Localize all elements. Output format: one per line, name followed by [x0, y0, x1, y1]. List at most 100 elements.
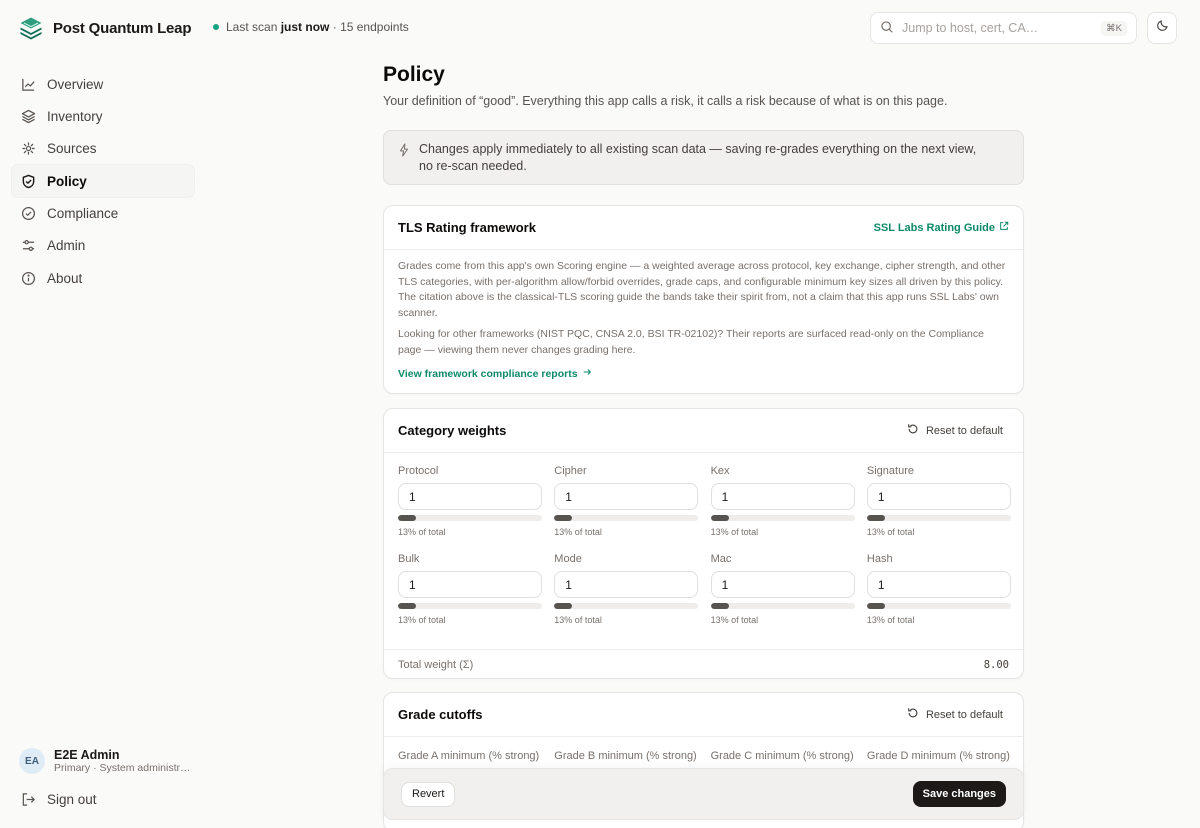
weights-grid: Protocol13% of totalCipher13% of totalKe… [384, 453, 1023, 625]
brand[interactable]: Post Quantum Leap [19, 16, 191, 40]
sign-out-button[interactable]: Sign out [21, 792, 97, 807]
weight-label: Kex [710, 465, 730, 477]
total-weight-label: Total weight (Σ) [398, 658, 474, 671]
action-bar: Revert Save changes [383, 768, 1024, 820]
weight-input[interactable] [866, 483, 1011, 510]
weight-bar-fill [554, 515, 573, 521]
scan-status-text: Last scan just now · 15 endpoints [226, 20, 409, 34]
weight-field-hash: Hash 13% of total [866, 553, 1011, 625]
sidebar-item-admin[interactable]: Admin [12, 230, 194, 262]
search-placeholder: Jump to host, cert, CA… [902, 21, 1039, 35]
card-header: Grade cutoffs Reset to default [384, 693, 1023, 737]
page-title: Policy [383, 63, 445, 86]
sidebar-item-label: Sources [47, 141, 97, 157]
weight-input[interactable] [554, 571, 699, 598]
sidebar-item-sources[interactable]: Sources [12, 133, 194, 165]
weight-bar-fill [866, 603, 885, 609]
weight-field-bulk: Bulk 13% of total [398, 553, 542, 625]
weight-percent: 13% of total [866, 527, 915, 537]
weight-bar [398, 603, 542, 609]
cutoff-label: Grade C minimum (% strong) [710, 750, 854, 762]
search-input[interactable]: Jump to host, cert, CA… ⌘K [870, 12, 1137, 44]
cutoff-label: Grade B minimum (% strong) [554, 750, 697, 762]
user-name: E2E Admin [54, 748, 120, 762]
logo-icon [19, 16, 43, 40]
weight-bar-fill [710, 515, 729, 521]
card-title: TLS Rating framework [398, 220, 536, 235]
sidebar-item-label: Inventory [47, 108, 103, 124]
weight-percent: 13% of total [398, 615, 446, 625]
weight-bar [866, 515, 1011, 521]
sidebar-item-compliance[interactable]: Compliance [12, 198, 194, 230]
theme-toggle-button[interactable] [1147, 12, 1177, 44]
weight-percent: 13% of total [710, 527, 759, 537]
lightning-icon [398, 143, 410, 162]
weight-field-cipher: Cipher 13% of total [554, 465, 699, 537]
weight-input[interactable] [866, 571, 1011, 598]
external-link-icon [999, 221, 1009, 234]
weight-percent: 13% of total [866, 615, 915, 625]
cutoff-label: Grade D minimum (% strong) [866, 750, 1010, 762]
satellite-icon [21, 141, 36, 156]
weight-input[interactable] [398, 483, 542, 510]
layers-icon [21, 109, 36, 124]
ssl-labs-guide-link[interactable]: SSL Labs Rating Guide [874, 221, 1009, 234]
sign-out-icon [21, 792, 36, 807]
sidebar-item-label: Policy [47, 173, 87, 189]
weight-input[interactable] [554, 483, 699, 510]
tls-paragraph: Looking for other frameworks (NIST PQC, … [398, 328, 984, 356]
sidebar-item-policy[interactable]: Policy [12, 165, 194, 198]
weight-label: Protocol [398, 465, 439, 477]
revert-button[interactable]: Revert [401, 781, 456, 807]
user-profile[interactable]: EA E2E Admin Primary · System administra… [19, 748, 194, 774]
weight-field-mac: Mac 13% of total [710, 553, 855, 625]
framework-reports-link[interactable]: View framework compliance reports [398, 367, 592, 383]
card-header: TLS Rating framework SSL Labs Rating Gui… [384, 206, 1023, 250]
weight-label: Signature [866, 465, 914, 477]
weight-bar [710, 515, 855, 521]
weight-field-protocol: Protocol 13% of total [398, 465, 542, 537]
weight-input[interactable] [398, 571, 542, 598]
weight-field-kex: Kex 13% of total [710, 465, 855, 537]
weight-label: Cipher [554, 465, 587, 477]
reset-icon [907, 423, 919, 438]
shield-check-icon [21, 174, 36, 189]
tls-framework-card: TLS Rating framework SSL Labs Rating Gui… [383, 205, 1024, 394]
sidebar-item-about[interactable]: About [12, 262, 194, 294]
weight-bar [554, 603, 699, 609]
reset-cutoffs-button[interactable]: Reset to default [907, 707, 1003, 722]
cutoffs-grid: Grade A minimum (% strong) Grade B minim… [384, 737, 1023, 762]
cutoff-label: Grade A minimum (% strong) [398, 750, 540, 762]
scan-status: Last scan just now · 15 endpoints [213, 20, 409, 34]
category-weights-card: Category weights Reset to default Protoc… [383, 408, 1024, 679]
sliders-icon [21, 238, 36, 253]
weight-input[interactable] [710, 483, 855, 510]
total-weight-value: 8.00 [983, 658, 1009, 671]
notice-banner: Changes apply immediately to all existin… [383, 130, 1024, 185]
weight-field-signature: Signature 13% of total [866, 465, 1011, 537]
weight-bar-fill [398, 603, 416, 609]
sidebar-item-label: Overview [47, 76, 104, 92]
info-icon [21, 271, 36, 286]
app-name: Post Quantum Leap [53, 19, 192, 37]
tls-paragraph: Grades come from this app's own Scoring … [398, 260, 1006, 319]
card-title: Category weights [398, 423, 507, 438]
notice-text: Changes apply immediately to all existin… [419, 142, 977, 173]
sidebar-nav: Overview Inventory Sources Policy Compli… [12, 68, 194, 295]
avatar: EA [19, 748, 45, 774]
sidebar-item-overview[interactable]: Overview [12, 68, 194, 100]
chart-line-icon [21, 77, 36, 92]
sidebar-item-inventory[interactable]: Inventory [12, 100, 194, 132]
weight-bar-fill [398, 515, 416, 521]
sidebar-item-label: Compliance [47, 206, 119, 222]
weight-label: Mac [710, 553, 732, 565]
save-changes-button[interactable]: Save changes [912, 781, 1006, 807]
weight-bar [866, 603, 1011, 609]
sidebar: Post Quantum Leap Overview Inventory Sou… [0, 0, 206, 828]
reset-weights-button[interactable]: Reset to default [907, 423, 1003, 438]
sidebar-item-label: Admin [47, 238, 86, 254]
sign-out-label: Sign out [47, 792, 97, 807]
status-dot [213, 24, 219, 30]
sidebar-item-label: About [47, 270, 83, 286]
weight-input[interactable] [710, 571, 855, 598]
